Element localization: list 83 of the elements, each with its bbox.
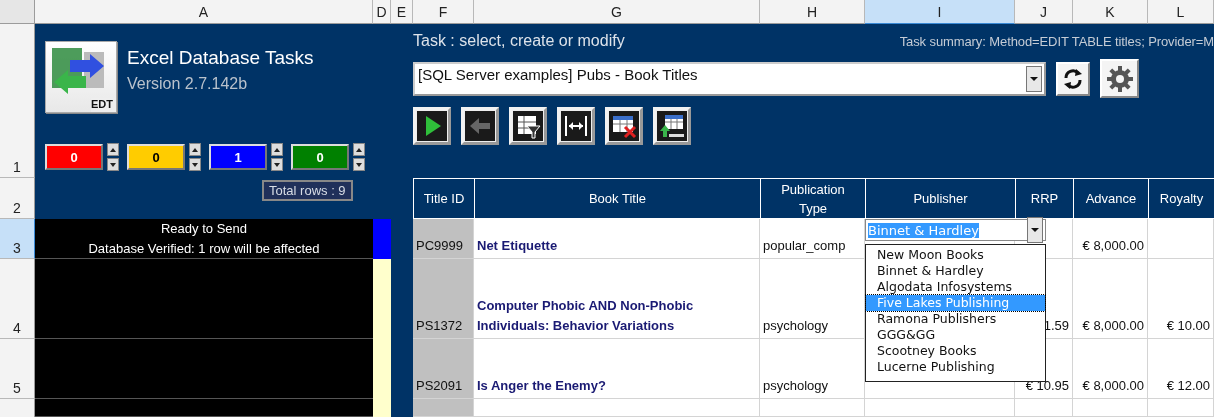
table-cell: € 12.00 (1148, 339, 1214, 399)
counter-field[interactable]: 0 (127, 144, 185, 170)
up-arrow-icon (110, 147, 116, 152)
row-header[interactable]: 5 (0, 339, 35, 399)
column-header[interactable]: F (413, 0, 474, 24)
table-cell: psychology (760, 259, 865, 339)
counter-field[interactable]: 1 (209, 144, 267, 170)
app-title: Excel Database Tasks (127, 47, 314, 69)
table-cell (1148, 399, 1214, 417)
settings-icon (1105, 64, 1134, 93)
toolbar-button[interactable] (509, 107, 547, 145)
spinner-control[interactable] (107, 143, 119, 171)
table-cell: € 8,000.00 (1073, 259, 1148, 339)
table-cell: Computer Phobic AND Non-Phobic Individuals: Behavior Variations (474, 259, 760, 339)
column-heading: Publication Type (760, 178, 865, 219)
table-cell (1148, 219, 1214, 259)
table-cell (1015, 399, 1073, 417)
play-icon (417, 111, 447, 141)
column-header[interactable]: D (373, 0, 391, 24)
column-width-icon (561, 111, 591, 141)
table-upload-icon (657, 111, 687, 141)
toolbar-button[interactable] (653, 107, 691, 145)
column-heading: Book Title (474, 178, 760, 219)
version-label: Version 2.7.142b (127, 75, 249, 93)
table-cell: PS2091 (413, 339, 474, 399)
table-cell (413, 399, 474, 417)
toolbar-button[interactable] (413, 107, 451, 145)
column-heading: RRP (1015, 178, 1073, 219)
toolbar-button[interactable] (461, 107, 499, 145)
column-header[interactable]: J (1015, 0, 1073, 24)
task-label: Task : select, create or modify (413, 32, 625, 50)
table-delete-icon (609, 111, 639, 141)
caret-icon (1031, 228, 1039, 232)
down-arrow-icon (274, 162, 280, 167)
table-cell: Is Anger the Enemy? (474, 339, 760, 399)
up-arrow-icon (192, 147, 198, 152)
column-header[interactable]: H (760, 0, 865, 24)
spinner-control[interactable] (271, 143, 283, 171)
column-heading: Advance (1073, 178, 1148, 219)
down-arrow-icon (110, 162, 116, 167)
up-arrow-icon (274, 147, 280, 152)
column-header[interactable]: E (391, 0, 413, 24)
status-text: Ready to Send (161, 220, 247, 238)
counter-field[interactable]: 0 (45, 144, 103, 170)
settings-button[interactable] (1100, 59, 1139, 98)
column-heading: Title ID (413, 178, 474, 219)
table-cell: psychology (760, 339, 865, 399)
down-arrow-icon (356, 162, 362, 167)
counter-field[interactable]: 0 (291, 144, 349, 170)
caret-icon (1030, 76, 1038, 81)
column-header[interactable]: I (865, 0, 1015, 24)
toolbar-button[interactable] (557, 107, 595, 145)
table-cell: € 8,000.00 (1073, 219, 1148, 259)
table-cell: popular_comp (760, 219, 865, 259)
row-header[interactable]: 4 (0, 259, 35, 339)
row-header[interactable]: 2 (0, 178, 35, 219)
column-heading: Publisher (865, 178, 1015, 219)
up-arrow-icon (356, 147, 362, 152)
column-heading: Royalty (1148, 178, 1214, 219)
table-cell: Net Etiquette (474, 219, 760, 259)
toolbar-button[interactable] (605, 107, 643, 145)
task-dropdown[interactable]: [SQL Server examples] Pubs - Book Titles (413, 61, 1046, 96)
table-cell: PS1372 (413, 259, 474, 339)
logo-label: EDT (91, 98, 116, 112)
column-header[interactable]: K (1073, 0, 1148, 24)
column-header[interactable]: A (35, 0, 373, 24)
status-text: Database Verified: 1 row will be affected (88, 240, 320, 258)
column-header[interactable]: L (1148, 0, 1214, 24)
refresh-icon (1062, 67, 1084, 90)
table-cell: € 8,000.00 (1073, 339, 1148, 399)
row-header[interactable]: 1 (0, 24, 35, 178)
list-option[interactable]: Algodata Infosystems (866, 279, 1045, 295)
spinner-control[interactable] (353, 143, 365, 171)
column-header[interactable]: G (474, 0, 760, 24)
refresh-button[interactable] (1056, 61, 1090, 96)
spinner-control[interactable] (189, 143, 201, 171)
down-arrow-icon (192, 162, 198, 167)
table-cell: € 10.00 (1148, 259, 1214, 339)
task-summary: Task summary: Method=EDIT TABLE titles; Provider=M (899, 34, 1214, 49)
table-cell: PC9999 (413, 219, 474, 259)
table-filter-icon (513, 111, 543, 141)
total-rows-label: Total rows : 9 (262, 180, 353, 201)
row-header[interactable]: 3 (0, 219, 35, 259)
